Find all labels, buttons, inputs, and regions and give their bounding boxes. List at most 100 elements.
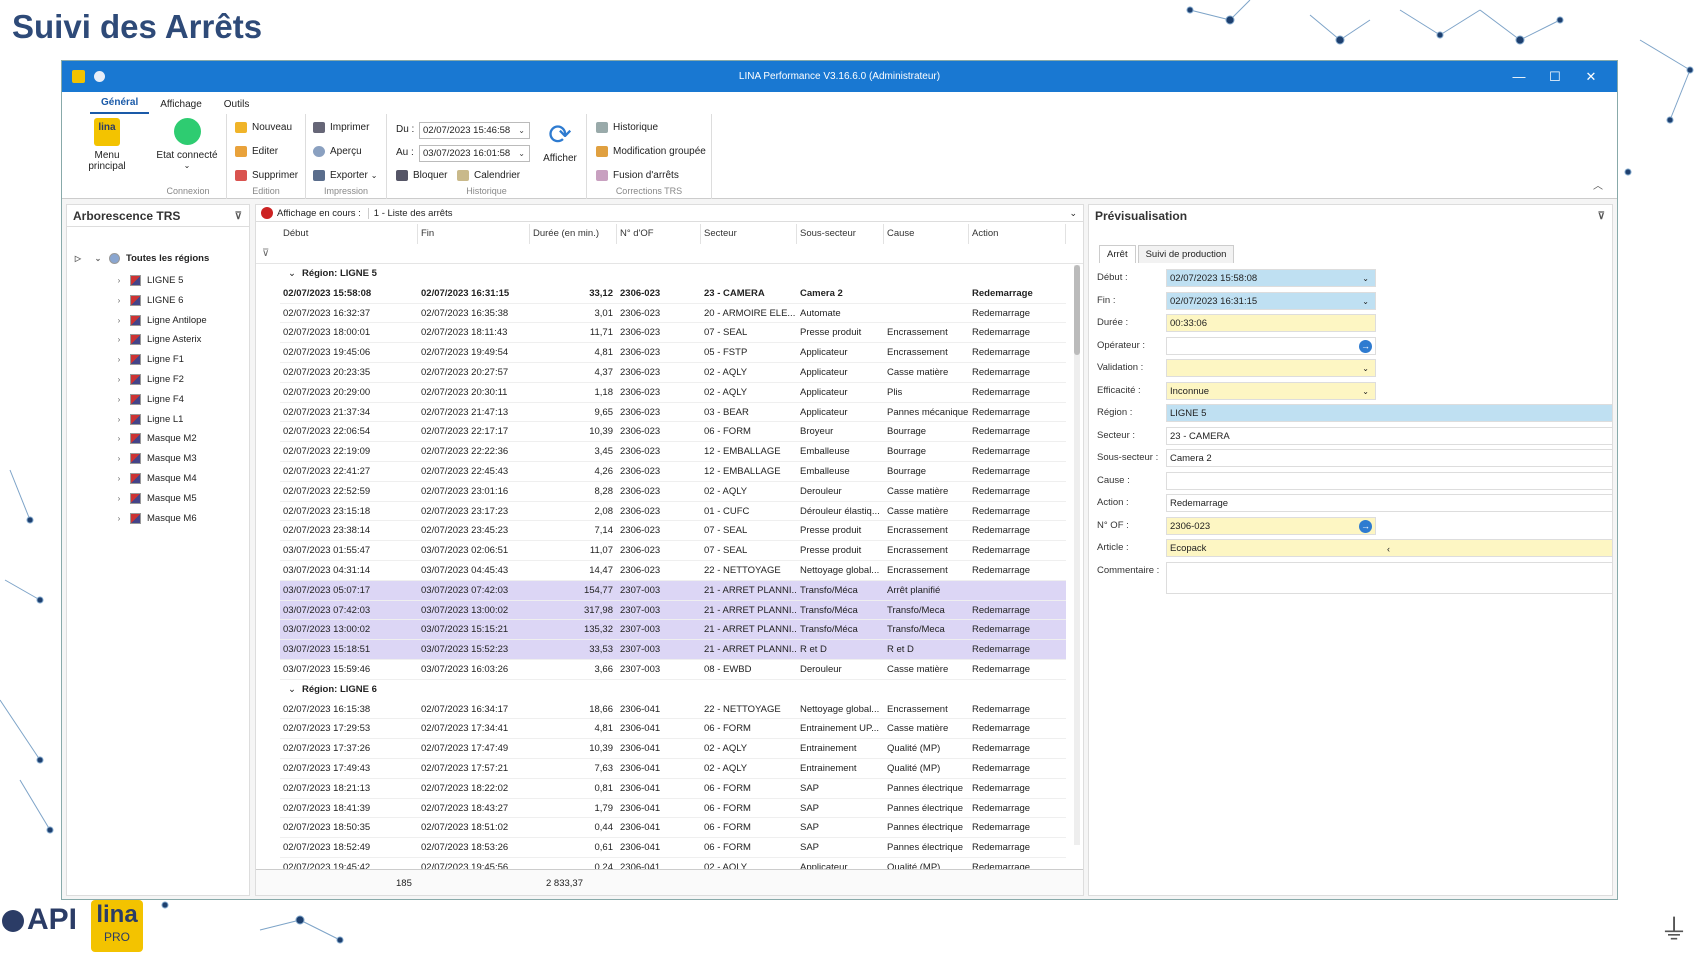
- chevron-right-icon[interactable]: ›: [114, 454, 124, 463]
- menu-principal-button[interactable]: lina Menu principal: [76, 118, 138, 172]
- supprimer-button[interactable]: Supprimer: [235, 170, 298, 181]
- tab-affichage[interactable]: Affichage: [149, 99, 213, 114]
- fusion-arrets-button[interactable]: Fusion d'arrêts: [596, 170, 679, 181]
- tree-item[interactable]: › LIGNE 6: [114, 294, 183, 306]
- table-row[interactable]: 02/07/2023 17:29:53 02/07/2023 17:34:41 4,…: [280, 719, 1066, 740]
- chevron-down-icon[interactable]: ⌄: [1362, 293, 1369, 311]
- column-header[interactable]: Durée (en min.): [530, 224, 617, 244]
- scrollbar-thumb[interactable]: [1074, 265, 1080, 355]
- efficacite-field[interactable]: Inconnue ⌄: [1166, 381, 1376, 400]
- table-row[interactable]: 03/07/2023 15:18:51 03/07/2023 15:52:23 33…: [280, 640, 1066, 660]
- tab-outils[interactable]: Outils: [213, 99, 261, 114]
- table-row[interactable]: 02/07/2023 16:15:38 02/07/2023 16:34:17 18…: [280, 700, 1066, 720]
- region-field[interactable]: LIGNE 5: [1166, 404, 1613, 422]
- operateur-field[interactable]: →: [1166, 336, 1376, 355]
- afficher-button[interactable]: ⟳ Afficher: [537, 120, 583, 165]
- historique-button[interactable]: Historique: [596, 122, 658, 133]
- duree-field[interactable]: 00:33:06: [1166, 314, 1376, 332]
- table-row[interactable]: 03/07/2023 05:07:17 03/07/2023 07:42:03 15…: [280, 580, 1066, 601]
- chevron-down-icon[interactable]: ⌄: [93, 254, 103, 263]
- table-row[interactable]: 02/07/2023 15:58:08 02/07/2023 16:31:15 33…: [280, 284, 1066, 304]
- table-row[interactable]: 02/07/2023 22:41:27 02/07/2023 22:45:43 4,…: [280, 462, 1066, 482]
- apercu-button[interactable]: Aperçu: [313, 146, 362, 157]
- vertical-scrollbar[interactable]: [1074, 265, 1080, 845]
- tree-item[interactable]: › Ligne F4: [114, 393, 184, 405]
- chevron-right-icon[interactable]: ›: [114, 375, 124, 384]
- table-row[interactable]: 02/07/2023 19:45:06 02/07/2023 19:49:54 4,…: [280, 343, 1066, 363]
- chevron-down-icon[interactable]: ⌄: [1069, 208, 1077, 219]
- table-row[interactable]: 03/07/2023 07:42:03 03/07/2023 13:00:02 31…: [280, 600, 1066, 621]
- table-row[interactable]: 02/07/2023 17:49:43 02/07/2023 17:57:21 7,…: [280, 759, 1066, 779]
- tree-item[interactable]: › Ligne Antilope: [114, 314, 207, 326]
- pin-pane-icon[interactable]: ⊽: [1598, 211, 1605, 222]
- chevron-right-icon[interactable]: ›: [114, 316, 124, 325]
- chevron-down-icon[interactable]: ⌄: [288, 268, 296, 279]
- tree-item[interactable]: › Ligne Asterix: [114, 334, 201, 346]
- filter-icon[interactable]: ⊽: [262, 248, 269, 259]
- table-row[interactable]: 02/07/2023 21:37:34 02/07/2023 21:47:13 9,…: [280, 403, 1066, 423]
- cause-field[interactable]: [1166, 471, 1613, 490]
- column-header[interactable]: Début: [280, 224, 418, 244]
- bloquer-button[interactable]: Bloquer: [396, 170, 447, 181]
- imprimer-button[interactable]: Imprimer: [313, 122, 369, 133]
- affichage-select[interactable]: 1 - Liste des arrêts: [367, 207, 1070, 219]
- table-row[interactable]: 02/07/2023 18:50:35 02/07/2023 18:51:02 0,…: [280, 818, 1066, 839]
- tab-arret[interactable]: Arrêt: [1099, 245, 1136, 263]
- table-row[interactable]: 02/07/2023 17:37:26 02/07/2023 17:47:49 10…: [280, 739, 1066, 759]
- table-row[interactable]: 02/07/2023 18:00:01 02/07/2023 18:11:43 11…: [280, 323, 1066, 344]
- tree-item[interactable]: › LIGNE 5: [114, 275, 183, 286]
- table-row[interactable]: 02/07/2023 18:21:13 02/07/2023 18:22:02 0,…: [280, 779, 1066, 799]
- table-row[interactable]: 03/07/2023 13:00:02 03/07/2023 15:15:21 13…: [280, 620, 1066, 641]
- tab-suivi-production[interactable]: Suivi de production: [1137, 245, 1235, 263]
- nouveau-button[interactable]: Nouveau: [235, 122, 292, 133]
- filter-icon[interactable]: ⊽: [235, 211, 242, 222]
- chevron-right-icon[interactable]: ›: [114, 474, 124, 483]
- arrow-right-icon[interactable]: →: [1359, 339, 1372, 353]
- exporter-button[interactable]: Exporter ⌄: [313, 170, 378, 181]
- chevron-left-icon[interactable]: ‹: [1387, 540, 1390, 558]
- maximize-button[interactable]: ☐: [1537, 61, 1573, 92]
- chevron-right-icon[interactable]: ›: [114, 415, 124, 424]
- tree-item[interactable]: › Ligne F1: [114, 354, 184, 366]
- table-row[interactable]: 02/07/2023 22:19:09 02/07/2023 22:22:36 3,…: [280, 442, 1066, 462]
- column-header[interactable]: Sous-secteur: [797, 224, 884, 244]
- table-row[interactable]: 02/07/2023 23:15:18 02/07/2023 23:17:23 2,…: [280, 502, 1066, 522]
- column-header[interactable]: Fin: [418, 224, 530, 244]
- chevron-right-icon[interactable]: ›: [114, 355, 124, 364]
- table-row[interactable]: 02/07/2023 18:41:39 02/07/2023 18:43:27 1,…: [280, 799, 1066, 819]
- tree-root[interactable]: ▷ ⌄ Toutes les régions: [73, 253, 209, 264]
- commentaire-textarea[interactable]: [1166, 561, 1613, 594]
- table-row[interactable]: 02/07/2023 20:29:00 02/07/2023 20:30:11 1,…: [280, 383, 1066, 403]
- tree-item[interactable]: › Ligne L1: [114, 413, 183, 425]
- close-button[interactable]: ✕: [1573, 61, 1609, 92]
- table-row[interactable]: 02/07/2023 20:23:35 02/07/2023 20:27:57 4,…: [280, 363, 1066, 383]
- column-header[interactable]: Cause: [884, 224, 969, 244]
- modification-groupee-button[interactable]: Modification groupée: [596, 146, 706, 157]
- expand-icon[interactable]: ▷: [73, 254, 83, 263]
- soussecteur-field[interactable]: Camera 2: [1166, 449, 1613, 467]
- calendrier-button[interactable]: Calendrier: [457, 170, 520, 181]
- minimize-button[interactable]: —: [1501, 61, 1537, 92]
- table-row[interactable]: 02/07/2023 22:52:59 02/07/2023 23:01:16 8,…: [280, 482, 1066, 502]
- filter-row[interactable]: ⊽: [256, 244, 1083, 264]
- editer-button[interactable]: Editer: [235, 146, 278, 157]
- column-header[interactable]: N° d'OF: [617, 224, 701, 244]
- tree-item[interactable]: › Ligne F2: [114, 374, 184, 385]
- validation-field[interactable]: ⌄: [1166, 359, 1376, 377]
- du-date-picker[interactable]: 02/07/2023 15:46:58 ⌄: [419, 122, 530, 139]
- chevron-right-icon[interactable]: ›: [114, 296, 124, 305]
- chevron-down-icon[interactable]: ⌄: [1362, 270, 1369, 288]
- chevron-right-icon[interactable]: ›: [114, 276, 124, 285]
- tree-item[interactable]: › Masque M2: [114, 433, 197, 445]
- table-row[interactable]: 02/07/2023 18:52:49 02/07/2023 18:53:26 0,…: [280, 838, 1066, 858]
- chevron-right-icon[interactable]: ›: [114, 514, 124, 523]
- chevron-down-icon[interactable]: ⌄: [1362, 360, 1369, 378]
- chevron-right-icon[interactable]: ›: [114, 335, 124, 344]
- chevron-right-icon[interactable]: ›: [114, 494, 124, 503]
- group-row[interactable]: ⌄ Région: LIGNE 6: [280, 680, 1066, 700]
- arrow-right-icon[interactable]: →: [1359, 519, 1372, 533]
- table-row[interactable]: 03/07/2023 04:31:14 03/07/2023 04:45:43 14…: [280, 561, 1066, 581]
- tree-item[interactable]: › Masque M6: [114, 512, 197, 524]
- table-row[interactable]: 03/07/2023 15:59:46 03/07/2023 16:03:26 3,…: [280, 660, 1066, 680]
- column-header[interactable]: Action: [969, 224, 1066, 244]
